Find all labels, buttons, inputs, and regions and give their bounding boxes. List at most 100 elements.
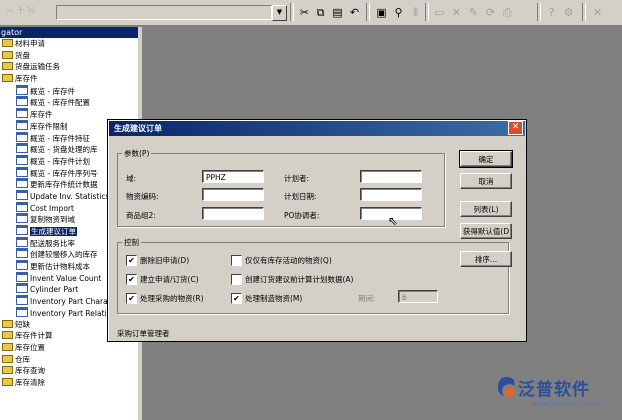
folder-icon (2, 74, 13, 83)
print-icon[interactable]: ⎙ (500, 5, 515, 20)
calc-plan-before-order-checkbox[interactable] (231, 274, 242, 285)
tree-item-label: 货盘 (15, 50, 30, 60)
planner-field[interactable] (360, 170, 422, 183)
undo-icon[interactable]: ↶ (347, 5, 362, 20)
tree-folder-item[interactable]: 库存清除 (0, 377, 138, 389)
toolbar-separator (582, 3, 586, 21)
folder-icon (2, 319, 13, 328)
save-icon[interactable]: ▭ (432, 5, 447, 20)
form-icon (16, 213, 28, 224)
period-field[interactable]: 6 (398, 290, 438, 303)
sort-button[interactable]: 排序... (460, 251, 512, 267)
generate-suggested-order-dialog: 生成建议订单 ✕ 参数(P) 域: PPHZ 物资编码: 商品组2: 计划者: … (107, 119, 527, 342)
paste-icon[interactable]: ▤ (330, 5, 345, 20)
cut-icon[interactable]: ✂ (297, 5, 312, 20)
navigator-title: gator (0, 27, 138, 38)
create-request-order-checkbox[interactable]: ✔ (126, 274, 137, 285)
product-group-field[interactable] (202, 207, 264, 220)
tree-folder-item[interactable]: 库存件 (0, 73, 138, 85)
tree-folder-item[interactable]: 货盘 (0, 50, 138, 62)
period-label: 期间: (358, 294, 376, 303)
form-icon (16, 131, 28, 142)
find-icon[interactable]: ⚲ (391, 5, 406, 20)
form-icon (16, 178, 28, 189)
delete-old-requests-checkbox[interactable]: ✔ (126, 255, 137, 266)
cancel-button[interactable]: 取消 (460, 173, 512, 189)
tree-folder-item[interactable]: 材料申请 (0, 38, 138, 50)
form-icon (16, 225, 28, 235)
tree-folder-item[interactable]: 库存位置 (0, 342, 138, 354)
product-group-label: 商品组2: (126, 211, 156, 220)
help-icon[interactable]: ? (544, 5, 559, 20)
tree-item-label: 库存件限制 (30, 121, 68, 131)
tree-folder-item[interactable]: 货盘运输任务 (0, 61, 138, 73)
toolbar-separator (290, 3, 294, 21)
form-icon (16, 166, 28, 177)
tree-item-label: 概览 - 库存件 (30, 86, 75, 96)
tree-item-label: 更新估计物料成本 (30, 262, 90, 272)
tree-item-label: 库存位置 (15, 342, 45, 352)
tree-folder-item[interactable]: 库存查询 (0, 365, 138, 377)
domain-field[interactable]: PPHZ (202, 170, 264, 183)
form-icon (16, 119, 28, 130)
form-icon (16, 271, 28, 282)
folder-icon (2, 342, 13, 351)
tree-item-label: Update Inv. Statistics(I (30, 191, 115, 201)
tool-icon[interactable]: ⚙ (561, 5, 576, 20)
dialog-status-text: 采购订单管理者 (117, 329, 170, 338)
brand-name: 泛普软件 (518, 380, 590, 400)
form-icon (16, 260, 28, 271)
tree-item-label: 配送服务比率 (30, 238, 75, 248)
tree-folder-item[interactable]: 仓库 (0, 354, 138, 366)
folder-icon (2, 331, 13, 340)
tree-item-label: 库存清除 (15, 377, 45, 387)
refresh-icon[interactable]: ⟳ (483, 5, 498, 20)
form-icon (16, 143, 28, 154)
process-purchased-checkbox[interactable]: ✔ (126, 293, 137, 304)
stock-activity-only-checkbox[interactable] (231, 255, 242, 266)
control-group-label: 控制 (122, 237, 141, 248)
form-icon (16, 236, 28, 247)
form-icon (16, 306, 28, 317)
tree-item-label: 概览 - 货盘处理的库 (30, 145, 98, 155)
close-doc-icon[interactable]: ✕ (590, 5, 605, 20)
copy-icon[interactable]: ⧉ (313, 5, 328, 20)
item-code-field[interactable] (202, 188, 264, 201)
tree-item-label: 货盘运输任务 (15, 62, 60, 72)
ok-button[interactable]: 确定 (459, 150, 513, 168)
delete-icon[interactable]: ✕ (449, 5, 464, 20)
plan-date-field[interactable] (360, 188, 422, 201)
tree-item-label: 库存件 (15, 74, 38, 84)
tree-item-label: 库存件 (30, 110, 53, 120)
dialog-title-bar[interactable]: 生成建议订单 (109, 121, 525, 136)
tree-doc-item[interactable]: 概览 - 库存件配置 (0, 96, 138, 108)
close-icon[interactable]: ✕ (508, 121, 523, 135)
create-request-order-label: 建立申请/订货(C) (140, 275, 199, 284)
tree-item-label: 概览 - 库存件序列号 (30, 168, 98, 178)
tree-doc-item[interactable]: 概览 - 库存件 (0, 84, 138, 97)
toolbar-separator (425, 3, 429, 21)
get-defaults-button[interactable]: 获得默认值(D (460, 223, 512, 239)
brand-logo: 泛普软件 www.fanpusoft.com (492, 372, 622, 416)
process-manufactured-checkbox[interactable]: ✔ (231, 293, 242, 304)
calc-plan-before-order-label: 创建订货建议前计算计划数据(A) (245, 275, 354, 284)
folder-icon (2, 62, 13, 71)
toolbar-combo-input[interactable] (56, 5, 272, 20)
combo-dropdown-button[interactable]: ▼ (272, 5, 287, 21)
tree-item-label: 仓库 (15, 354, 30, 364)
edit-icon[interactable]: ✎ (466, 5, 481, 20)
form-icon (16, 189, 28, 200)
new-icon[interactable]: ⦀ (408, 5, 423, 20)
form-icon (16, 248, 28, 259)
toolbar-separator (366, 3, 370, 21)
form-icon (16, 154, 28, 165)
params-group-label: 参数(P) (122, 148, 152, 159)
tree-item-label: Inventory Part Charact (30, 297, 115, 307)
toolbar-separator (537, 3, 541, 21)
preview-icon[interactable]: ▣ (374, 5, 389, 20)
folder-icon (2, 354, 13, 363)
list-button[interactable]: 列表(L) (460, 201, 512, 217)
tree-item-label: Invent Value Count (30, 273, 102, 283)
dialog-title: 生成建议订单 (114, 124, 162, 133)
tree-item-label: Cylinder Part (30, 285, 79, 295)
